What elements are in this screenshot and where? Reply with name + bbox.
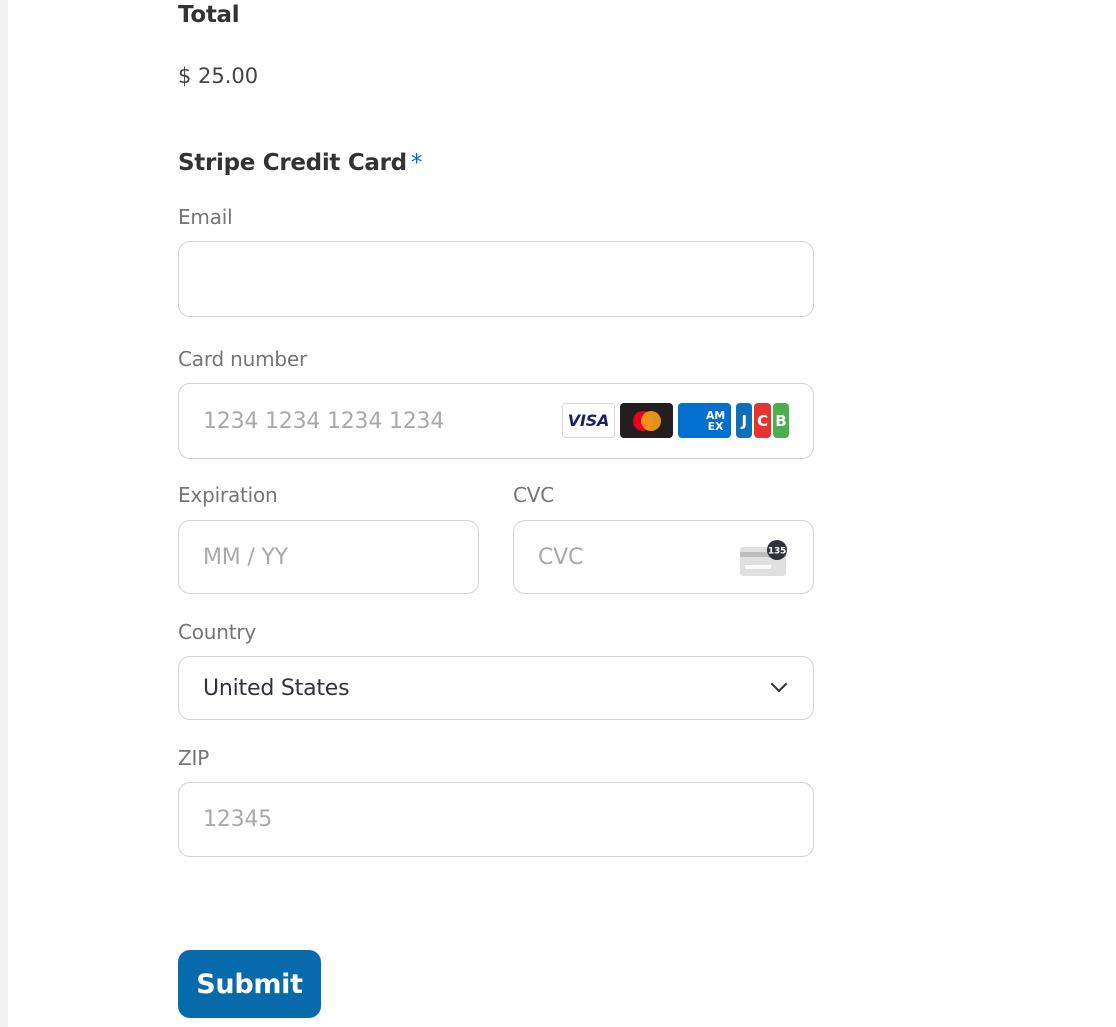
country-label: Country [178, 620, 257, 644]
amex-icon: AM EX [678, 403, 731, 438]
expiration-field[interactable]: MM / YY [178, 520, 479, 594]
email-field[interactable] [178, 241, 814, 317]
jcb-icon: J C B [736, 403, 789, 438]
cvc-placeholder: CVC [538, 544, 584, 570]
cvc-label: CVC [513, 483, 555, 507]
card-number-label: Card number [178, 347, 308, 371]
card-number-placeholder: 1234 1234 1234 1234 [203, 408, 445, 434]
visa-icon: VISA [562, 403, 615, 438]
cvc-icon-badge: 135 [768, 547, 786, 557]
cvc-card-icon: 135 [740, 540, 787, 576]
email-label: Email [178, 205, 233, 229]
zip-label: ZIP [178, 746, 210, 770]
jcb-b: B [772, 403, 789, 438]
total-amount: $ 25.00 [178, 64, 259, 88]
section-title: Stripe Credit Card * [178, 150, 422, 176]
card-number-field[interactable]: 1234 1234 1234 1234 VISA AM EX J C B [178, 383, 814, 459]
chevron-down-icon [771, 683, 787, 692]
total-label: Total [178, 2, 240, 28]
expiration-placeholder: MM / YY [203, 544, 288, 570]
section-title-text: Stripe Credit Card [178, 150, 407, 176]
country-select-value: United States [203, 675, 350, 701]
submit-button[interactable]: Submit [178, 950, 321, 1018]
zip-placeholder: 12345 [203, 807, 272, 832]
country-select[interactable]: United States [178, 656, 814, 720]
page-left-border [0, 0, 8, 1027]
mastercard-icon [620, 403, 673, 438]
jcb-j: J [736, 403, 753, 438]
mastercard-orange-circle [641, 411, 661, 431]
card-brand-icons: VISA AM EX J C B [562, 403, 789, 438]
zip-field[interactable]: 12345 [178, 782, 814, 857]
expiration-label: Expiration [178, 483, 278, 507]
required-mark: * [410, 150, 423, 176]
cvc-field[interactable]: CVC 135 [513, 520, 814, 594]
jcb-c: C [754, 403, 771, 438]
